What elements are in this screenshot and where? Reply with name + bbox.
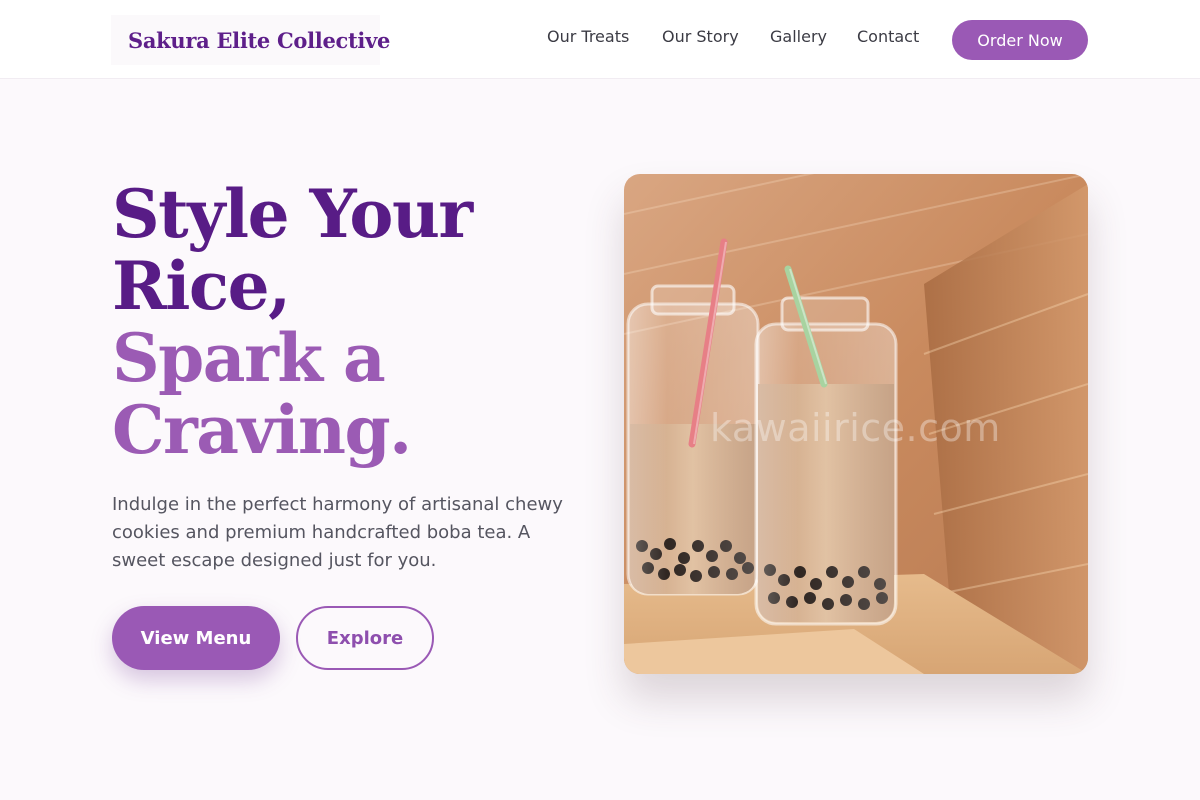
nav-contact[interactable]: Contact	[857, 27, 919, 46]
logo-container[interactable]: Sakura Elite Collective	[111, 15, 390, 65]
explore-button[interactable]: Explore	[296, 606, 434, 670]
brand-logo[interactable]: Sakura Elite Collective	[128, 28, 390, 53]
view-menu-button[interactable]: View Menu	[112, 606, 280, 670]
hero-title-line: Craving.	[112, 391, 412, 469]
hero-title-line: Rice,	[112, 247, 291, 325]
site-header: Sakura Elite Collective Our Treats Our S…	[0, 0, 1200, 79]
nav-our-story[interactable]: Our Story	[662, 27, 739, 46]
hero-boba-image: kawaiirice.com	[624, 174, 1088, 674]
hero-description: Indulge in the perfect harmony of artisa…	[112, 494, 563, 571]
nav-gallery[interactable]: Gallery	[770, 27, 827, 46]
image-watermark: kawaiirice.com	[710, 406, 1001, 450]
order-now-button[interactable]: Order Now	[952, 20, 1088, 60]
hero-title-line: Spark a	[112, 319, 386, 397]
nav-our-treats[interactable]: Our Treats	[547, 27, 629, 46]
hero-title: Style Your Rice, Spark a Craving.	[112, 175, 473, 469]
hero-title-line: Style Your	[112, 175, 473, 253]
